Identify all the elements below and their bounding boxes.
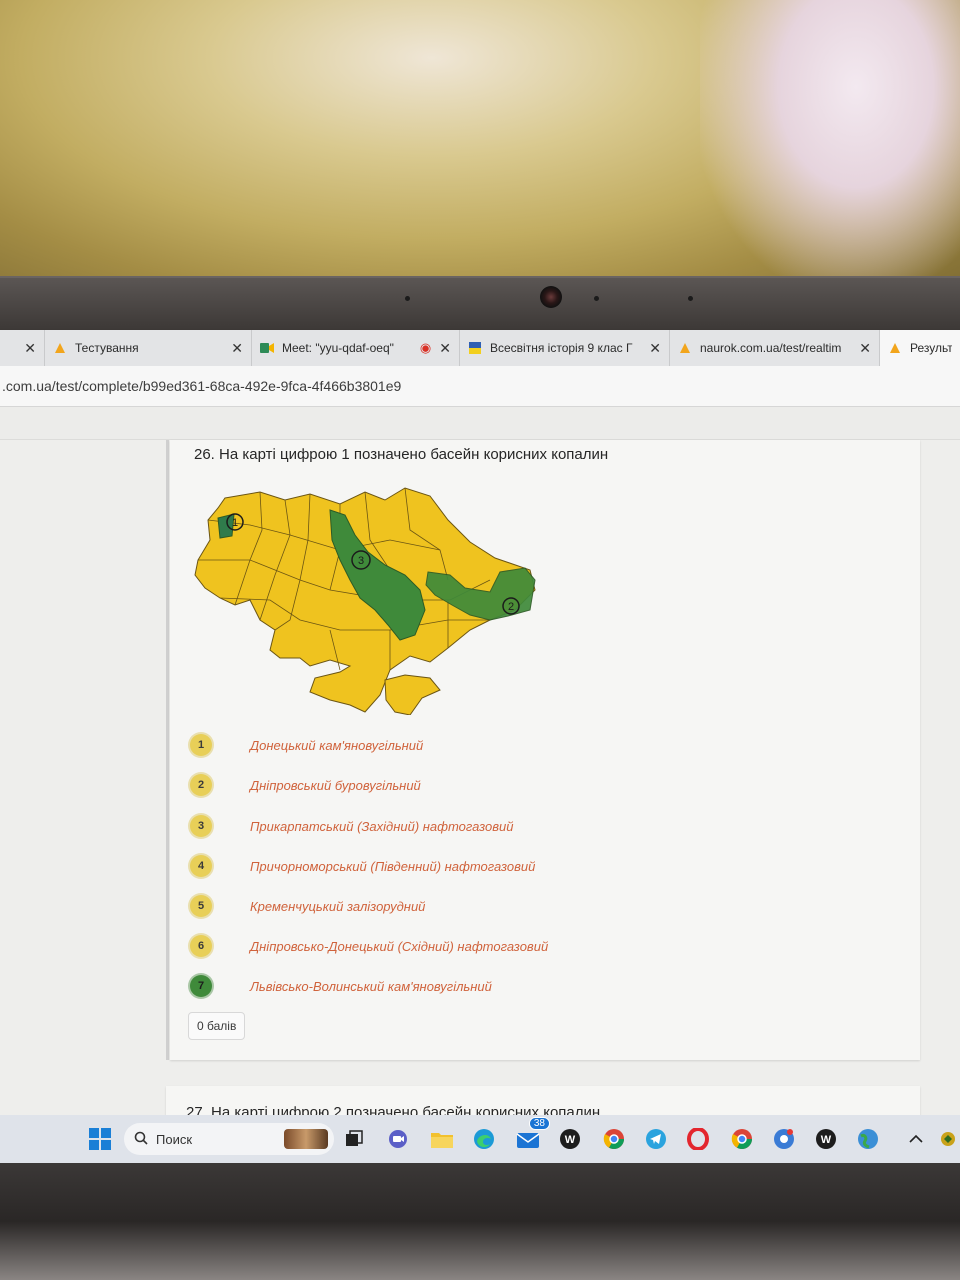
task-view-icon[interactable]	[340, 1125, 368, 1153]
close-tab-icon[interactable]: ✕	[231, 340, 243, 357]
tab-label: Всесвітня історія 9 клас Г	[490, 341, 633, 355]
answer-number-badge: 2	[190, 774, 212, 796]
screen: ✕ Тестування ✕ Meet: "yyu-qdaf-oeq" ◉ ✕ …	[0, 330, 960, 1165]
question-card: 26. На карті цифрою 1 позначено басейн к…	[170, 440, 920, 1060]
answer-number-badge: 1	[190, 734, 212, 756]
answer-text: Донецький кам'яновугільний	[250, 737, 424, 753]
tab-label: Результа	[910, 341, 952, 355]
naurok-icon	[53, 341, 67, 355]
windows-taskbar: Поиск 38 W W	[0, 1115, 960, 1163]
browser-tab[interactable]: naurok.com.ua/test/realtim ✕	[670, 330, 880, 366]
answer-option-4[interactable]: 4 Причорноморський (Південний) нафтогазо…	[190, 853, 535, 879]
answer-text: Кременчуцький залізорудний	[250, 898, 426, 914]
answer-number-badge: 5	[190, 895, 212, 917]
opera-icon[interactable]	[684, 1125, 712, 1153]
tab-label: Meet: "yyu-qdaf-oeq"	[282, 341, 394, 355]
search-highlight-image	[284, 1129, 328, 1149]
page-content: 26. На карті цифрою 1 позначено басейн к…	[0, 440, 960, 1165]
close-tab-icon[interactable]: ✕	[439, 340, 451, 357]
answer-option-3[interactable]: 3 Прикарпатський (Західний) нафтогазовий	[190, 813, 514, 839]
bezel-sensor	[594, 296, 599, 301]
score-badge: 0 балів	[188, 1012, 246, 1040]
close-tab-icon[interactable]: ✕	[649, 340, 661, 357]
mail-icon[interactable]: 38	[514, 1117, 550, 1153]
answer-text: Причорноморський (Південний) нафтогазови…	[250, 858, 536, 874]
teams-chat-icon[interactable]	[384, 1125, 412, 1153]
divider	[166, 440, 169, 1060]
address-bar[interactable]: .com.ua/test/complete/b99ed361-68ca-492e…	[0, 366, 960, 407]
answer-number-badge: 6	[190, 935, 212, 957]
tray-app-icon[interactable]	[934, 1125, 960, 1153]
background-wall	[0, 0, 960, 290]
laptop-lower-bezel	[0, 1163, 960, 1280]
naurok-icon	[888, 341, 902, 355]
app-w-icon-2[interactable]: W	[812, 1125, 840, 1153]
answer-option-1[interactable]: 1 Донецький кам'яновугільний	[190, 732, 423, 758]
browser-tab-active[interactable]: Результа	[880, 330, 960, 366]
file-explorer-icon[interactable]	[428, 1125, 456, 1153]
close-tab-icon[interactable]: ✕	[859, 340, 871, 357]
answer-option-6[interactable]: 6 Дніпровсько-Донецький (Східний) нафтог…	[190, 933, 548, 959]
recording-icon: ◉	[419, 340, 432, 355]
tab-label: naurok.com.ua/test/realtim	[700, 341, 842, 355]
app-w-icon[interactable]: W	[556, 1125, 584, 1153]
browser-tab[interactable]: Тестування ✕	[45, 330, 252, 366]
search-icon	[134, 1131, 148, 1148]
chrome-canary-icon[interactable]	[770, 1125, 798, 1153]
browser-tab[interactable]: Meet: "yyu-qdaf-oeq" ◉ ✕	[252, 330, 460, 366]
laptop-bezel	[0, 276, 960, 334]
tab-label: Тестування	[75, 341, 139, 355]
edge-icon[interactable]	[470, 1125, 498, 1153]
bezel-sensor	[688, 296, 693, 301]
search-placeholder: Поиск	[156, 1131, 193, 1147]
browser-tab-bar: ✕ Тестування ✕ Meet: "yyu-qdaf-oeq" ◉ ✕ …	[0, 330, 960, 366]
question-title: 26. На карті цифрою 1 позначено басейн к…	[194, 446, 609, 463]
map-label-2: 2	[508, 601, 514, 613]
webcam	[540, 286, 562, 308]
map-label-1: 1	[232, 517, 238, 529]
taskbar-search[interactable]: Поиск	[124, 1123, 334, 1155]
browser-tab[interactable]: ✕	[0, 330, 45, 366]
answer-text: Прикарпатський (Західний) нафтогазовий	[250, 818, 514, 834]
answer-option-5[interactable]: 5 Кременчуцький залізорудний	[190, 893, 425, 919]
browser-tab[interactable]: Всесвітня історія 9 клас Г ✕	[460, 330, 670, 366]
svg-text:W: W	[821, 1134, 832, 1146]
mail-count-badge: 38	[528, 1117, 550, 1130]
answer-text: Львівсько-Волинський кам'яновугільний	[250, 978, 492, 994]
svg-text:W: W	[565, 1134, 576, 1146]
answer-number-badge: 3	[190, 815, 212, 837]
globe-app-icon[interactable]	[854, 1125, 882, 1153]
close-tab-icon[interactable]: ✕	[24, 340, 36, 357]
url-text: .com.ua/test/complete/b99ed361-68ca-492e…	[2, 378, 402, 394]
chevron-up-icon[interactable]	[902, 1125, 930, 1153]
bezel-sensor	[405, 296, 410, 301]
answer-number-badge: 7	[190, 975, 212, 997]
chrome-profile-icon[interactable]	[600, 1125, 628, 1153]
meet-icon	[260, 341, 274, 355]
ukraine-flag-icon	[468, 341, 482, 355]
answer-text: Дніпровсько-Донецький (Східний) нафтогаз…	[250, 938, 549, 954]
answer-text: Дніпровський буровугільний	[250, 777, 421, 793]
ukraine-map: 1 2 3	[194, 487, 536, 715]
answer-option-7-selected[interactable]: 7 Львівсько-Волинський кам'яновугільний	[190, 973, 492, 999]
answer-number-badge: 4	[190, 855, 212, 877]
map-label-3: 3	[358, 555, 364, 567]
telegram-icon[interactable]	[642, 1125, 670, 1153]
page-header-strip	[0, 407, 960, 440]
chrome-icon[interactable]	[728, 1125, 756, 1153]
answer-option-2[interactable]: 2 Дніпровський буровугільний	[190, 772, 421, 798]
windows-start-icon[interactable]	[86, 1125, 114, 1153]
naurok-icon	[678, 341, 692, 355]
